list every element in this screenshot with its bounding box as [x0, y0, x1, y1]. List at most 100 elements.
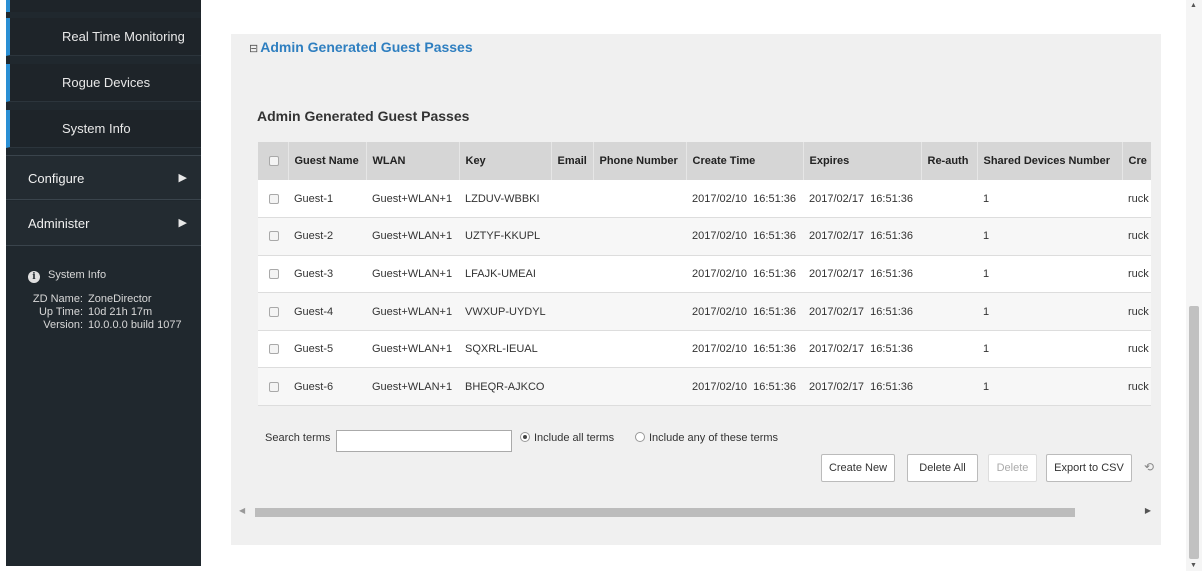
cell-shared-devices: 1 — [983, 343, 990, 356]
radio-label: Include all terms — [534, 432, 615, 444]
cell-create-time: 2017/02/10 16:51:36 — [692, 230, 796, 243]
cell-key: VWXUP-UYDYL — [465, 305, 546, 318]
scroll-left-icon[interactable]: ◀ — [239, 506, 245, 515]
cell-creator: ruck — [1128, 305, 1149, 318]
section-toggle-label: Admin Generated Guest Passes — [260, 39, 473, 55]
main-content: ⊟ Admin Generated Guest Passes Admin Gene… — [203, 0, 1178, 566]
cell-wlan: Guest+WLAN+1 — [372, 192, 453, 205]
system-info-key: Version: — [43, 319, 83, 331]
table-row: Guest-6 Guest+WLAN+1 BHEQR-AJKCO 2017/02… — [258, 367, 1151, 406]
cell-guest-name: Guest-1 — [294, 192, 334, 205]
section-toggle[interactable]: ⊟ Admin Generated Guest Passes — [249, 39, 473, 55]
cell-expires: 2017/02/17 16:51:36 — [809, 267, 913, 280]
radio-label: Include any of these terms — [649, 432, 779, 444]
sidebar-item-configure[interactable]: Configure ▶ — [6, 155, 201, 200]
delete-button[interactable]: Delete — [988, 454, 1037, 482]
cell-reauth — [921, 330, 977, 368]
scrollbar-thumb[interactable] — [1189, 306, 1199, 559]
cell-phone — [593, 330, 686, 368]
column-header[interactable]: Create Time — [686, 142, 804, 180]
create-new-button[interactable]: Create New — [821, 454, 895, 482]
cell-wlan: Guest+WLAN+1 — [372, 343, 453, 356]
cell-guest-name: Guest-4 — [294, 305, 334, 318]
column-header[interactable]: Email — [551, 142, 594, 180]
cell-wlan: Guest+WLAN+1 — [372, 305, 453, 318]
table-row: Guest-1 Guest+WLAN+1 LZDUV-WBBKI 2017/02… — [258, 180, 1151, 218]
column-header[interactable]: Expires — [803, 142, 922, 180]
radio-selected-icon — [520, 432, 530, 442]
refresh-icon[interactable]: ⟲ — [1144, 460, 1154, 474]
include-any-terms-radio[interactable]: Include any of these terms — [635, 432, 778, 444]
info-icon: i — [28, 271, 40, 283]
cell-shared-devices: 1 — [983, 380, 990, 393]
sidebar-item-system-info[interactable]: System Info — [6, 110, 201, 148]
sidebar-item-label: Administer — [28, 216, 90, 231]
cell-email — [551, 293, 593, 331]
cell-phone — [593, 180, 686, 218]
column-header[interactable]: Shared Devices Number — [977, 142, 1123, 180]
table-row: Guest-2 Guest+WLAN+1 UZTYF-KKUPL 2017/02… — [258, 217, 1151, 256]
table-row: Guest-4 Guest+WLAN+1 VWXUP-UYDYL 2017/02… — [258, 292, 1151, 331]
cell-email — [551, 180, 593, 218]
table-row: Guest-3 Guest+WLAN+1 LFAJK-UMEAI 2017/02… — [258, 255, 1151, 293]
sidebar: Real Time Monitoring Rogue Devices Syste… — [6, 0, 201, 566]
cell-email — [551, 368, 593, 406]
cell-reauth — [921, 218, 977, 256]
row-checkbox[interactable] — [258, 293, 288, 331]
page-vertical-scrollbar[interactable]: ▲ ▼ — [1186, 0, 1202, 571]
submenu-top-strip — [6, 0, 201, 12]
cell-phone — [593, 368, 686, 406]
cell-shared-devices: 1 — [983, 192, 990, 205]
select-all-checkbox[interactable] — [258, 142, 289, 180]
include-all-terms-radio[interactable]: Include all terms — [520, 432, 614, 444]
scrollbar-thumb[interactable] — [255, 508, 1075, 517]
cell-create-time: 2017/02/10 16:51:36 — [692, 305, 796, 318]
system-info-title: System Info — [48, 269, 107, 281]
scroll-down-icon[interactable]: ▼ — [1190, 562, 1197, 569]
cell-create-time: 2017/02/10 16:51:36 — [692, 380, 796, 393]
export-csv-button[interactable]: Export to CSV — [1046, 454, 1132, 482]
cell-key: LZDUV-WBBKI — [465, 192, 540, 205]
horizontal-scrollbar[interactable]: ◀ ▶ — [231, 504, 1161, 521]
row-checkbox[interactable] — [258, 368, 288, 406]
table-row: Guest-5 Guest+WLAN+1 SQXRL-IEUAL 2017/02… — [258, 330, 1151, 368]
column-header[interactable]: Phone Number — [593, 142, 687, 180]
cell-key: UZTYF-KKUPL — [465, 230, 541, 243]
column-header[interactable]: WLAN — [366, 142, 460, 180]
cell-expires: 2017/02/17 16:51:36 — [809, 380, 913, 393]
cell-email — [551, 330, 593, 368]
sidebar-item-rogue-devices[interactable]: Rogue Devices — [6, 64, 201, 102]
search-input[interactable] — [336, 430, 512, 452]
cell-guest-name: Guest-3 — [294, 267, 334, 280]
delete-all-button[interactable]: Delete All — [907, 454, 978, 482]
cell-creator: ruck — [1128, 192, 1149, 205]
cell-reauth — [921, 255, 977, 293]
row-checkbox[interactable] — [258, 218, 288, 256]
cell-creator: ruck — [1128, 343, 1149, 356]
sidebar-item-administer[interactable]: Administer ▶ — [6, 201, 201, 246]
row-checkbox[interactable] — [258, 180, 288, 218]
scroll-right-icon[interactable]: ▶ — [1145, 506, 1151, 515]
column-header[interactable]: Guest Name — [288, 142, 367, 180]
column-header[interactable]: Re-auth — [921, 142, 978, 180]
cell-creator: ruck — [1128, 230, 1149, 243]
cell-key: SQXRL-IEUAL — [465, 343, 538, 356]
column-header[interactable]: Cre — [1122, 142, 1151, 180]
row-checkbox[interactable] — [258, 255, 288, 293]
search-label: Search terms — [265, 432, 331, 444]
collapse-icon: ⊟ — [249, 43, 259, 55]
cell-email — [551, 218, 593, 256]
cell-create-time: 2017/02/10 16:51:36 — [692, 343, 796, 356]
cell-expires: 2017/02/17 16:51:36 — [809, 192, 913, 205]
cell-create-time: 2017/02/10 16:51:36 — [692, 267, 796, 280]
scroll-up-icon[interactable]: ▲ — [1190, 2, 1197, 9]
cell-phone — [593, 218, 686, 256]
row-checkbox[interactable] — [258, 330, 288, 368]
column-header[interactable]: Key — [459, 142, 552, 180]
cell-creator: ruck — [1128, 267, 1149, 280]
sidebar-item-real-time-monitoring[interactable]: Real Time Monitoring — [6, 18, 201, 56]
cell-guest-name: Guest-6 — [294, 380, 334, 393]
cell-guest-name: Guest-5 — [294, 343, 334, 356]
cell-wlan: Guest+WLAN+1 — [372, 380, 453, 393]
cell-phone — [593, 255, 686, 293]
